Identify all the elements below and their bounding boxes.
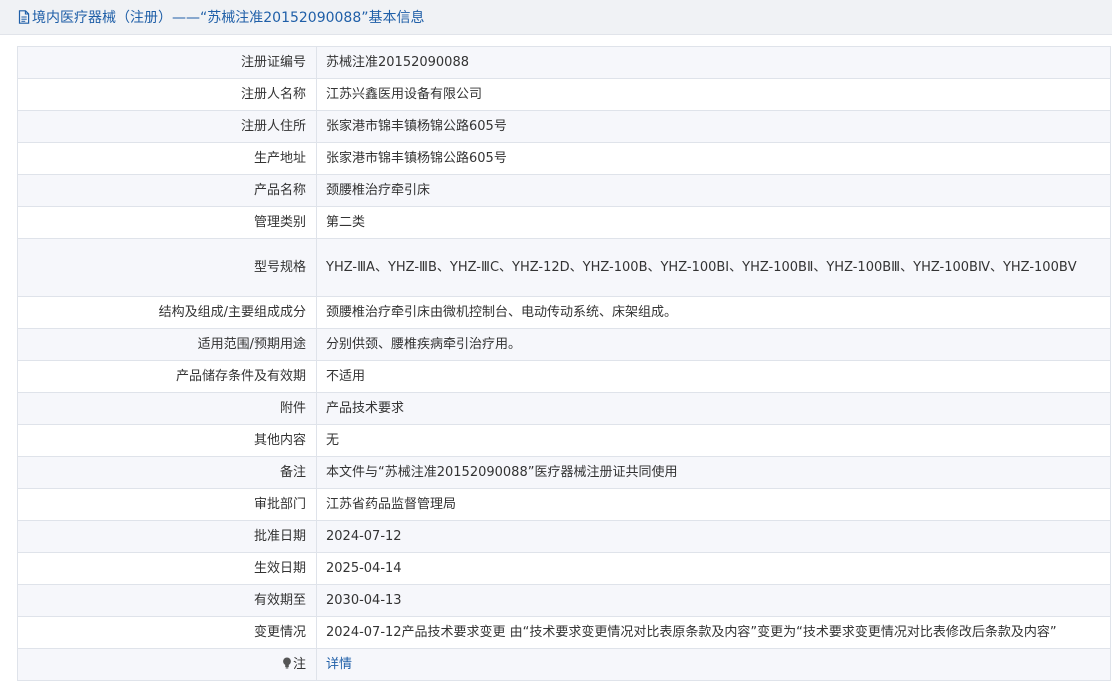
table-row: 结构及组成/主要组成成分 颈腰椎治疗牵引床由微机控制台、电动传动系统、床架组成。 xyxy=(17,296,1111,329)
row-value: 张家港市锦丰镇杨锦公路605号 xyxy=(316,142,1111,175)
row-value: 本文件与“苏械注准20152090088”医疗器械注册证共同使用 xyxy=(316,456,1111,489)
row-label: 审批部门 xyxy=(17,488,317,521)
title-bar: 境内医疗器械（注册）——“苏械注准20152090088”基本信息 xyxy=(0,0,1112,35)
row-value: 第二类 xyxy=(316,206,1111,239)
row-value: 产品技术要求 xyxy=(316,392,1111,425)
row-value: 2024-07-12产品技术要求变更 由“技术要求变更情况对比表原条款及内容”变… xyxy=(316,616,1111,649)
table-row: 产品名称 颈腰椎治疗牵引床 xyxy=(17,174,1111,207)
row-label: 生效日期 xyxy=(17,552,317,585)
table-row: 产品储存条件及有效期 不适用 xyxy=(17,360,1111,393)
row-value: 2025-04-14 xyxy=(316,552,1111,585)
table-row: 注册证编号 苏械注准20152090088 xyxy=(17,46,1111,79)
row-label: 注册人住所 xyxy=(17,110,317,143)
table-row: 生产地址 张家港市锦丰镇杨锦公路605号 xyxy=(17,142,1111,175)
row-value: 2024-07-12 xyxy=(316,520,1111,553)
table-row: 注册人住所 张家港市锦丰镇杨锦公路605号 xyxy=(17,110,1111,143)
table-row: 附件 产品技术要求 xyxy=(17,392,1111,425)
document-icon xyxy=(18,10,30,24)
table-row: 其他内容 无 xyxy=(17,424,1111,457)
row-label: 型号规格 xyxy=(17,238,317,297)
table-row: 型号规格 YHZ-ⅢA、YHZ-ⅢB、YHZ-ⅢC、YHZ-12D、YHZ-10… xyxy=(17,238,1111,297)
note-value-cell: 详情 xyxy=(316,648,1111,681)
row-label: 批准日期 xyxy=(17,520,317,553)
table-row-note: 注 详情 xyxy=(17,648,1111,681)
row-label: 适用范围/预期用途 xyxy=(17,328,317,361)
row-value: 不适用 xyxy=(316,360,1111,393)
row-value: 江苏兴鑫医用设备有限公司 xyxy=(316,78,1111,111)
table-row: 管理类别 第二类 xyxy=(17,206,1111,239)
row-value: YHZ-ⅢA、YHZ-ⅢB、YHZ-ⅢC、YHZ-12D、YHZ-100B、YH… xyxy=(316,238,1111,297)
table-row: 批准日期 2024-07-12 xyxy=(17,520,1111,553)
lightbulb-icon xyxy=(282,657,292,669)
row-value: 颈腰椎治疗牵引床由微机控制台、电动传动系统、床架组成。 xyxy=(316,296,1111,329)
row-value: 江苏省药品监督管理局 xyxy=(316,488,1111,521)
row-label: 产品储存条件及有效期 xyxy=(17,360,317,393)
row-label: 注册证编号 xyxy=(17,46,317,79)
row-value: 苏械注准20152090088 xyxy=(316,46,1111,79)
note-label-cell: 注 xyxy=(17,648,317,681)
table-row: 注册人名称 江苏兴鑫医用设备有限公司 xyxy=(17,78,1111,111)
row-label: 其他内容 xyxy=(17,424,317,457)
info-table-wrapper: 注册证编号 苏械注准20152090088 注册人名称 江苏兴鑫医用设备有限公司… xyxy=(17,46,1111,681)
table-row: 生效日期 2025-04-14 xyxy=(17,552,1111,585)
note-label: 注 xyxy=(292,656,306,672)
page-title: 境内医疗器械（注册）——“苏械注准20152090088”基本信息 xyxy=(32,10,425,26)
table-row: 有效期至 2030-04-13 xyxy=(17,584,1111,617)
row-value: 无 xyxy=(316,424,1111,457)
row-label: 产品名称 xyxy=(17,174,317,207)
row-label: 结构及组成/主要组成成分 xyxy=(17,296,317,329)
row-label: 有效期至 xyxy=(17,584,317,617)
table-row: 变更情况 2024-07-12产品技术要求变更 由“技术要求变更情况对比表原条款… xyxy=(17,616,1111,649)
row-value: 分别供颈、腰椎疾病牵引治疗用。 xyxy=(316,328,1111,361)
table-row: 审批部门 江苏省药品监督管理局 xyxy=(17,488,1111,521)
table-row: 适用范围/预期用途 分别供颈、腰椎疾病牵引治疗用。 xyxy=(17,328,1111,361)
row-value: 2030-04-13 xyxy=(316,584,1111,617)
row-label: 变更情况 xyxy=(17,616,317,649)
row-value: 颈腰椎治疗牵引床 xyxy=(316,174,1111,207)
table-row: 备注 本文件与“苏械注准20152090088”医疗器械注册证共同使用 xyxy=(17,456,1111,489)
row-label: 注册人名称 xyxy=(17,78,317,111)
page: 境内医疗器械（注册）——“苏械注准20152090088”基本信息 注册证编号 … xyxy=(0,0,1112,683)
info-table: 注册证编号 苏械注准20152090088 注册人名称 江苏兴鑫医用设备有限公司… xyxy=(17,46,1111,681)
row-label: 附件 xyxy=(17,392,317,425)
row-label: 生产地址 xyxy=(17,142,317,175)
details-link[interactable]: 详情 xyxy=(326,657,352,672)
row-label: 备注 xyxy=(17,456,317,489)
row-value: 张家港市锦丰镇杨锦公路605号 xyxy=(316,110,1111,143)
row-label: 管理类别 xyxy=(17,206,317,239)
